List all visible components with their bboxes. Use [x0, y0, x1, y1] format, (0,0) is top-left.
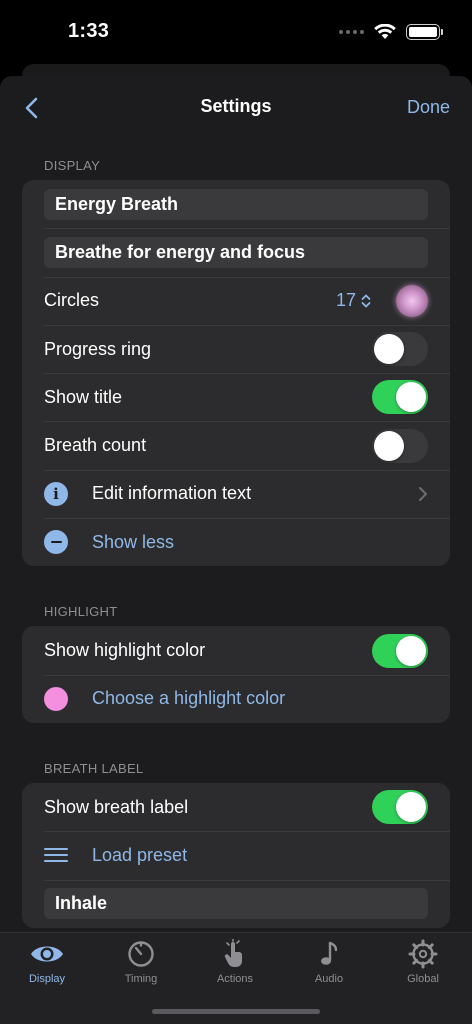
- breath-label-group: Show breath label Load preset Inhale: [22, 782, 450, 928]
- display-section-header: DISPLAY: [44, 158, 101, 173]
- circles-row: Circles 17: [22, 276, 450, 325]
- progress-ring-toggle[interactable]: [372, 332, 428, 367]
- breath-label-section-header: BREATH LABEL: [44, 760, 144, 776]
- navigation-bar: Settings Done: [0, 76, 472, 138]
- info-icon: i: [44, 481, 68, 506]
- breath-count-label: Breath count: [44, 435, 147, 456]
- inhale-row: Inhale: [22, 879, 450, 928]
- settings-sheet: Settings Done DISPLAY Energy Breath Brea…: [0, 76, 472, 1024]
- tab-actions[interactable]: Actions: [188, 939, 282, 985]
- load-preset-button[interactable]: Load preset: [92, 845, 428, 866]
- tap-hand-icon: [224, 939, 242, 967]
- highlight-section-header: HIGHLIGHT: [44, 604, 118, 620]
- eye-icon: [31, 946, 63, 962]
- wifi-icon: [374, 24, 396, 39]
- progress-ring-label: Progress ring: [44, 338, 152, 359]
- list-lines-icon: [44, 848, 68, 863]
- tab-global-label: Global: [407, 973, 439, 985]
- show-less-button[interactable]: Show less: [92, 532, 428, 553]
- tab-actions-label: Actions: [216, 973, 254, 985]
- tab-audio-label: Audio: [314, 973, 344, 985]
- highlight-color-dot-icon: [44, 686, 68, 711]
- up-down-chevron-icon: [361, 294, 371, 308]
- timer-icon: [128, 941, 154, 967]
- minus-circle-icon: [44, 530, 68, 555]
- gear-icon: [408, 939, 438, 969]
- tab-display[interactable]: Display: [0, 939, 94, 985]
- tab-display-label: Display: [28, 973, 66, 985]
- tab-global[interactable]: Global: [376, 939, 470, 985]
- show-breath-label-row: Show breath label: [22, 783, 450, 831]
- circles-value: 17: [335, 290, 356, 311]
- choose-highlight-color-button[interactable]: Choose a highlight color: [92, 688, 428, 709]
- highlight-group: Show highlight color Choose a highlight …: [22, 626, 450, 723]
- breath-count-toggle[interactable]: [372, 428, 428, 463]
- choose-highlight-row[interactable]: Choose a highlight color: [22, 674, 450, 723]
- show-title-row: Show title: [22, 373, 450, 421]
- show-less-row[interactable]: Show less: [22, 518, 450, 566]
- circles-stepper[interactable]: 17: [336, 290, 372, 311]
- music-note-icon: [321, 941, 338, 965]
- show-breath-label-label: Show breath label: [44, 796, 189, 817]
- show-highlight-toggle[interactable]: [372, 633, 428, 668]
- tab-timing-label: Timing: [124, 973, 158, 985]
- show-highlight-label: Show highlight color: [44, 640, 206, 661]
- show-title-toggle[interactable]: [372, 380, 428, 415]
- status-icons: [339, 24, 443, 40]
- display-group: Energy Breath Breathe for energy and foc…: [22, 180, 450, 567]
- inhale-field[interactable]: Inhale: [44, 888, 428, 920]
- name-field[interactable]: Energy Breath: [44, 188, 428, 220]
- home-indicator: [152, 1009, 320, 1014]
- tab-timing[interactable]: Timing: [94, 939, 188, 985]
- page-title: Settings: [200, 96, 272, 116]
- tab-audio[interactable]: Audio: [282, 939, 376, 985]
- status-bar: 1:33: [0, 0, 472, 62]
- signal-dots-icon: [339, 30, 364, 34]
- circle-color-swatch[interactable]: [396, 284, 428, 317]
- show-highlight-row: Show highlight color: [22, 626, 450, 674]
- progress-ring-row: Progress ring: [22, 324, 450, 373]
- circles-label: Circles: [44, 290, 100, 311]
- load-preset-row[interactable]: Load preset: [22, 831, 450, 879]
- done-button[interactable]: Done: [407, 97, 450, 118]
- status-time: 1:33: [68, 20, 110, 42]
- show-title-label: Show title: [44, 386, 123, 407]
- name-row: Energy Breath: [22, 180, 450, 228]
- description-field[interactable]: Breathe for energy and focus: [44, 236, 428, 268]
- description-row: Breathe for energy and focus: [22, 228, 450, 276]
- show-breath-label-toggle[interactable]: [372, 790, 428, 825]
- edit-information-row[interactable]: i Edit information text: [22, 469, 450, 518]
- battery-icon: [406, 24, 443, 40]
- chevron-right-icon: [419, 486, 427, 501]
- edit-information-label: Edit information text: [92, 483, 252, 504]
- breath-count-row: Breath count: [22, 421, 450, 469]
